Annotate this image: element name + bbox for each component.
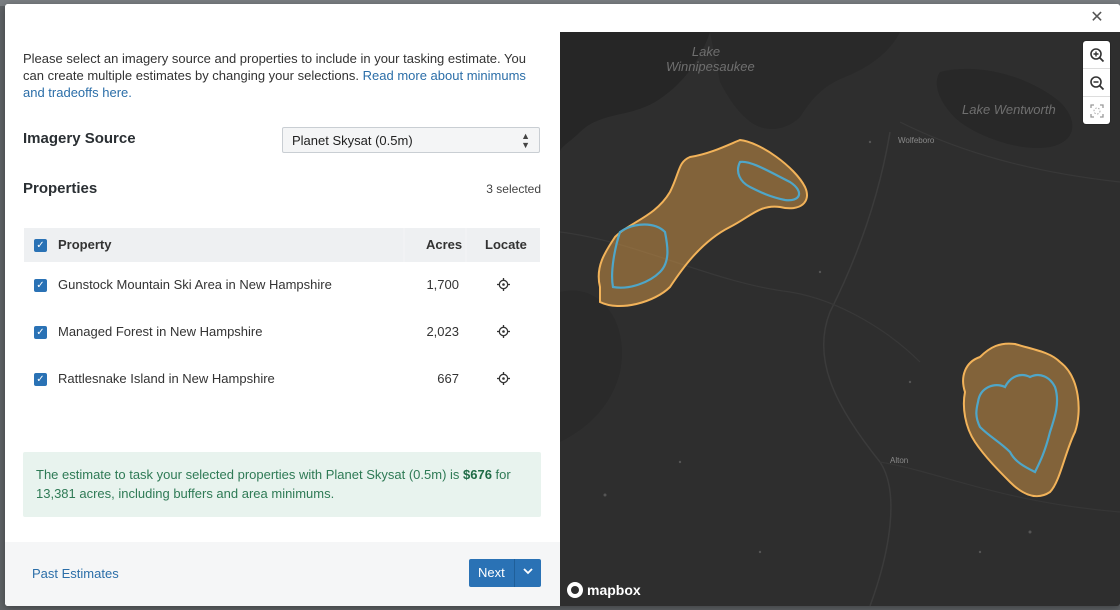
select-all-checkbox[interactable]: ✓ xyxy=(34,239,47,252)
imagery-source-select[interactable]: Planet Skysat (0.5m) ▲ ▼ xyxy=(282,127,540,153)
map-view[interactable]: Lake Winnipesaukee Lake Wentworth Wolfeb… xyxy=(560,32,1120,606)
map-label-alton: Alton xyxy=(890,456,909,465)
close-icon[interactable]: ✕ xyxy=(1088,9,1106,27)
map-label-wolfeboro: Wolfeboro xyxy=(898,136,935,145)
mapbox-logo: mapbox xyxy=(567,582,641,598)
properties-label: Properties xyxy=(23,180,98,197)
mapbox-mark-icon xyxy=(567,582,583,598)
map-zoom-controls xyxy=(1083,41,1110,124)
row-checkbox[interactable]: ✓ xyxy=(34,326,47,339)
locate-icon[interactable] xyxy=(497,325,510,338)
table-row: ✓ Managed Forest in New Hampshire 2,023 xyxy=(24,309,540,356)
locate-icon[interactable] xyxy=(497,278,510,291)
modal-header: ✕ xyxy=(5,4,1120,32)
property-name: Gunstock Mountain Ski Area in New Hampsh… xyxy=(58,277,332,292)
acres-column-header: Acres xyxy=(426,237,463,252)
selected-count: 3 selected xyxy=(486,182,541,196)
locate-column-header: Locate xyxy=(485,237,527,252)
zoom-in-icon[interactable] xyxy=(1083,41,1110,69)
property-acres: 2,023 xyxy=(426,324,459,339)
estimate-form-panel: Please select an imagery source and prop… xyxy=(5,32,560,606)
chevron-down-icon[interactable] xyxy=(521,564,535,578)
estimate-price: $676 xyxy=(463,467,492,482)
table-row: ✓ Rattlesnake Island in New Hampshire 66… xyxy=(24,356,540,403)
property-column-header: Property xyxy=(58,237,112,252)
estimate-prefix: The estimate to task your selected prope… xyxy=(36,467,464,482)
mapbox-wordmark: mapbox xyxy=(587,582,641,598)
property-acres: 1,700 xyxy=(426,277,459,292)
property-name: Rattlesnake Island in New Hampshire xyxy=(58,371,275,386)
past-estimates-link[interactable]: Past Estimates xyxy=(32,566,119,581)
next-button-divider xyxy=(514,559,515,587)
fit-bounds-icon[interactable] xyxy=(1083,97,1110,124)
estimate-summary: The estimate to task your selected prope… xyxy=(23,452,541,517)
modal-footer: Past Estimates Next xyxy=(5,542,560,606)
locate-icon[interactable] xyxy=(497,372,510,385)
property-name: Managed Forest in New Hampshire xyxy=(58,324,263,339)
imagery-source-label: Imagery Source xyxy=(23,130,136,147)
table-header: ✓ Property Acres Locate xyxy=(24,228,540,262)
table-row: ✓ Gunstock Mountain Ski Area in New Hamp… xyxy=(24,262,540,309)
estimate-modal: ✕ Please select an imagery source and pr… xyxy=(5,4,1120,606)
row-checkbox[interactable]: ✓ xyxy=(34,279,47,292)
map-label-lake-winnipesaukee: Lake Winnipesaukee xyxy=(666,44,755,74)
row-checkbox[interactable]: ✓ xyxy=(34,373,47,386)
intro-text: Please select an imagery source and prop… xyxy=(23,50,533,101)
next-button[interactable]: Next xyxy=(469,559,541,587)
property-acres: 667 xyxy=(437,371,459,386)
imagery-source-value: Planet Skysat (0.5m) xyxy=(292,133,413,148)
map-base-layer xyxy=(560,32,1120,606)
select-arrows-icon: ▲ ▼ xyxy=(521,131,530,150)
map-label-lake-wentworth: Lake Wentworth xyxy=(962,102,1056,117)
next-button-label: Next xyxy=(478,565,505,580)
zoom-out-icon[interactable] xyxy=(1083,69,1110,97)
properties-table: ✓ Property Acres Locate ✓ Gunstock Mount… xyxy=(24,228,540,403)
